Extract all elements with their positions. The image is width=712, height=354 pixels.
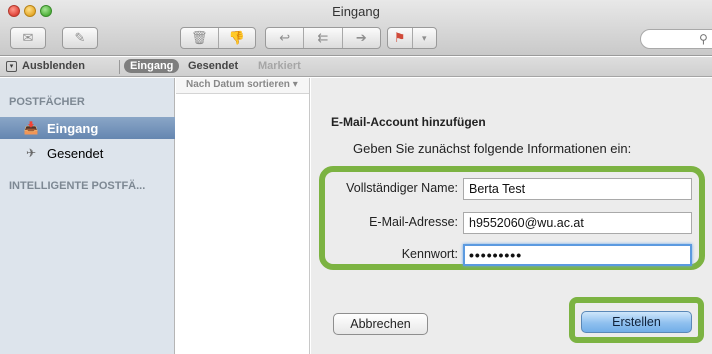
email-field[interactable]: h9552060@wu.ac.at bbox=[463, 212, 692, 234]
flag-icon: ⚑ bbox=[393, 30, 406, 45]
email-label: E-Mail-Adresse: bbox=[369, 215, 458, 229]
search-icon: ⚲ bbox=[699, 32, 708, 46]
hide-mailboxes-button[interactable]: Ausblenden bbox=[22, 60, 85, 72]
mailboxes-header: POSTFÄCHER bbox=[9, 96, 85, 108]
reply-group: ↩ ⇇ ➔ bbox=[265, 27, 381, 49]
compose-button[interactable]: ✎ bbox=[62, 27, 98, 49]
favorite-flagged-button[interactable]: Markiert bbox=[258, 60, 301, 72]
favorites-divider bbox=[119, 60, 120, 74]
chevron-down-icon: ▾ bbox=[421, 32, 427, 43]
sheet-title: E-Mail-Account hinzufügen bbox=[331, 115, 486, 129]
sidebar-item-inbox[interactable]: 📥 Eingang bbox=[0, 117, 175, 139]
full-name-field[interactable]: Berta Test bbox=[463, 178, 692, 200]
favorite-inbox-button[interactable]: Eingang bbox=[124, 59, 180, 73]
create-button[interactable]: Erstellen bbox=[581, 311, 692, 333]
sidebar-item-label: Eingang bbox=[47, 120, 99, 136]
flag-group: ⚑ ▾ bbox=[387, 27, 437, 49]
password-label: Kennwort: bbox=[401, 247, 458, 261]
forward-icon: ➔ bbox=[355, 30, 367, 45]
full-name-label: Vollständiger Name: bbox=[346, 181, 458, 195]
mailbox-sidebar: POSTFÄCHER 📥 Eingang ✈ Gesendet INTELLIG… bbox=[0, 78, 175, 354]
get-mail-button[interactable]: ✉ bbox=[10, 27, 46, 49]
window-titlebar: Eingang ✉ ✎ 🗑 👎 ↩ ⇇ ➔ ⚑ ▾ ⚲ bbox=[0, 0, 712, 56]
trash-icon: 🗑 bbox=[190, 30, 208, 45]
junk-button[interactable]: 👎 bbox=[219, 28, 256, 48]
add-account-sheet: E-Mail-Account hinzufügen Geben Sie zunä… bbox=[311, 78, 712, 354]
paper-plane-icon: ✈ bbox=[25, 146, 37, 160]
sidebar-item-sent[interactable]: ✈ Gesendet bbox=[0, 142, 175, 164]
password-field[interactable]: ••••••••• bbox=[463, 244, 692, 266]
smart-mailboxes-header[interactable]: INTELLIGENTE POSTFÄ... bbox=[9, 180, 145, 192]
sidebar-toggle-icon[interactable]: ▾ bbox=[6, 61, 17, 72]
reply-icon: ↩ bbox=[279, 30, 291, 45]
forward-button[interactable]: ➔ bbox=[343, 28, 380, 48]
message-list: Nach Datum sortieren ▾ bbox=[176, 78, 310, 354]
sort-by-date-button[interactable]: Nach Datum sortieren ▾ bbox=[176, 78, 309, 94]
reply-button[interactable]: ↩ bbox=[266, 28, 303, 48]
favorite-sent-button[interactable]: Gesendet bbox=[188, 60, 238, 72]
sidebar-item-label: Gesendet bbox=[47, 145, 104, 161]
reply-all-button[interactable]: ⇇ bbox=[304, 28, 341, 48]
inbox-icon: 📥 bbox=[23, 121, 39, 135]
cancel-button[interactable]: Abbrechen bbox=[333, 313, 428, 335]
search-input[interactable]: ⚲ bbox=[640, 29, 712, 49]
delete-button[interactable]: 🗑 bbox=[181, 28, 218, 48]
flag-menu-button[interactable]: ▾ bbox=[413, 28, 437, 48]
thumbs-down-icon: 👎 bbox=[228, 30, 245, 45]
sheet-subtitle: Geben Sie zunächst folgende Informatione… bbox=[353, 141, 632, 156]
envelope-icon: ✉ bbox=[22, 30, 34, 45]
window-title: Eingang bbox=[332, 4, 380, 19]
reply-all-icon: ⇇ bbox=[317, 30, 329, 45]
compose-icon: ✎ bbox=[74, 30, 86, 45]
delete-junk-group: 🗑 👎 bbox=[180, 27, 256, 49]
flag-button[interactable]: ⚑ bbox=[388, 28, 412, 48]
favorites-bar: ▾ Ausblenden Eingang Gesendet Markiert bbox=[0, 57, 712, 77]
